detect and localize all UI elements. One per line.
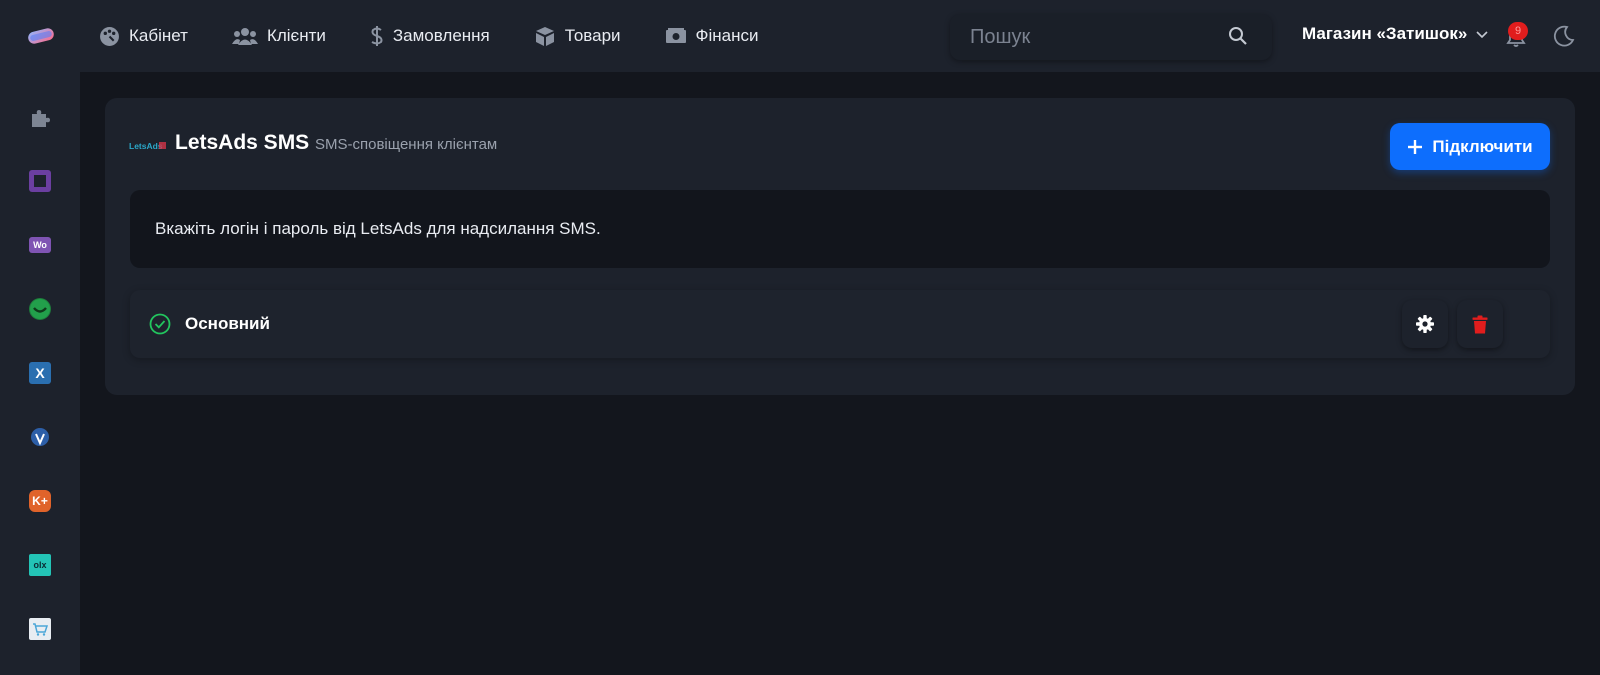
nav-item-clients[interactable]: Клієнти — [231, 25, 326, 47]
info-message: Вкажіть логін і пароль від LetsAds для н… — [130, 190, 1550, 268]
info-text: Вкажіть логін і пароль від LetsAds для н… — [155, 219, 601, 238]
nav-label: Товари — [564, 26, 621, 45]
integration-title: LetsAds SMS — [175, 131, 310, 154]
trash-icon — [1472, 315, 1488, 333]
puzzle-icon[interactable] — [29, 107, 51, 129]
nav-label: Фінанси — [695, 26, 759, 45]
box-icon — [534, 25, 556, 47]
sidebar: Wo X K+ olx — [0, 72, 80, 675]
search-box — [950, 14, 1272, 60]
account-row: Основний — [130, 290, 1550, 358]
moon-icon[interactable] — [1553, 25, 1575, 47]
nav-item-orders[interactable]: Замовлення — [370, 25, 490, 47]
search-input[interactable] — [950, 25, 1210, 49]
gear-icon — [1416, 315, 1434, 333]
woo-icon[interactable]: Wo — [29, 237, 51, 253]
letsads-logo: LetsAds — [129, 141, 166, 151]
chevron-down-icon — [1476, 31, 1488, 39]
store-name: Магазин «Затишок» — [1302, 24, 1468, 43]
top-bar: Кабінет Клієнти Замовлення Товари Фінанс… — [0, 0, 1600, 72]
drop-app-icon[interactable] — [29, 426, 51, 448]
settings-button[interactable] — [1402, 300, 1448, 348]
store-selector[interactable]: Магазин «Затишок» — [1302, 24, 1489, 44]
square-app-icon[interactable] — [29, 170, 51, 192]
check-circle-icon — [149, 313, 171, 335]
delete-button[interactable] — [1457, 300, 1503, 348]
nav-item-finance[interactable]: Фінанси — [665, 25, 759, 47]
x-app-icon[interactable]: X — [29, 362, 51, 384]
connect-button-label: Підключити — [1432, 136, 1533, 156]
smile-app-icon[interactable] — [29, 298, 51, 320]
integration-subtitle: SMS-сповіщення клієнтам — [315, 136, 498, 153]
palette-icon — [98, 25, 120, 47]
money-icon — [665, 25, 687, 47]
notification-badge: 9 — [1508, 22, 1528, 40]
nav-label: Клієнти — [266, 26, 326, 45]
dollar-icon — [370, 25, 384, 47]
search-icon[interactable] — [1228, 26, 1248, 46]
svg-text:LetsAds: LetsAds — [129, 141, 163, 151]
nav-item-dashboard[interactable]: Кабінет — [98, 25, 188, 47]
nav-label: Замовлення — [392, 26, 490, 45]
account-name: Основний — [185, 314, 270, 333]
users-icon — [231, 25, 258, 47]
k-plus-icon[interactable]: K+ — [29, 490, 51, 512]
olx-icon[interactable]: olx — [29, 554, 51, 576]
main-nav: Кабінет Клієнти Замовлення Товари Фінанс… — [98, 0, 802, 72]
nav-item-products[interactable]: Товари — [534, 25, 621, 47]
plus-icon — [1408, 139, 1423, 154]
nav-label: Кабінет — [129, 26, 188, 45]
app-logo[interactable] — [26, 24, 56, 48]
connect-button[interactable]: Підключити — [1390, 123, 1550, 170]
cart-app-icon[interactable] — [29, 618, 51, 640]
integration-card: LetsAds LetsAds SMS SMS-сповіщення клієн… — [105, 98, 1575, 395]
